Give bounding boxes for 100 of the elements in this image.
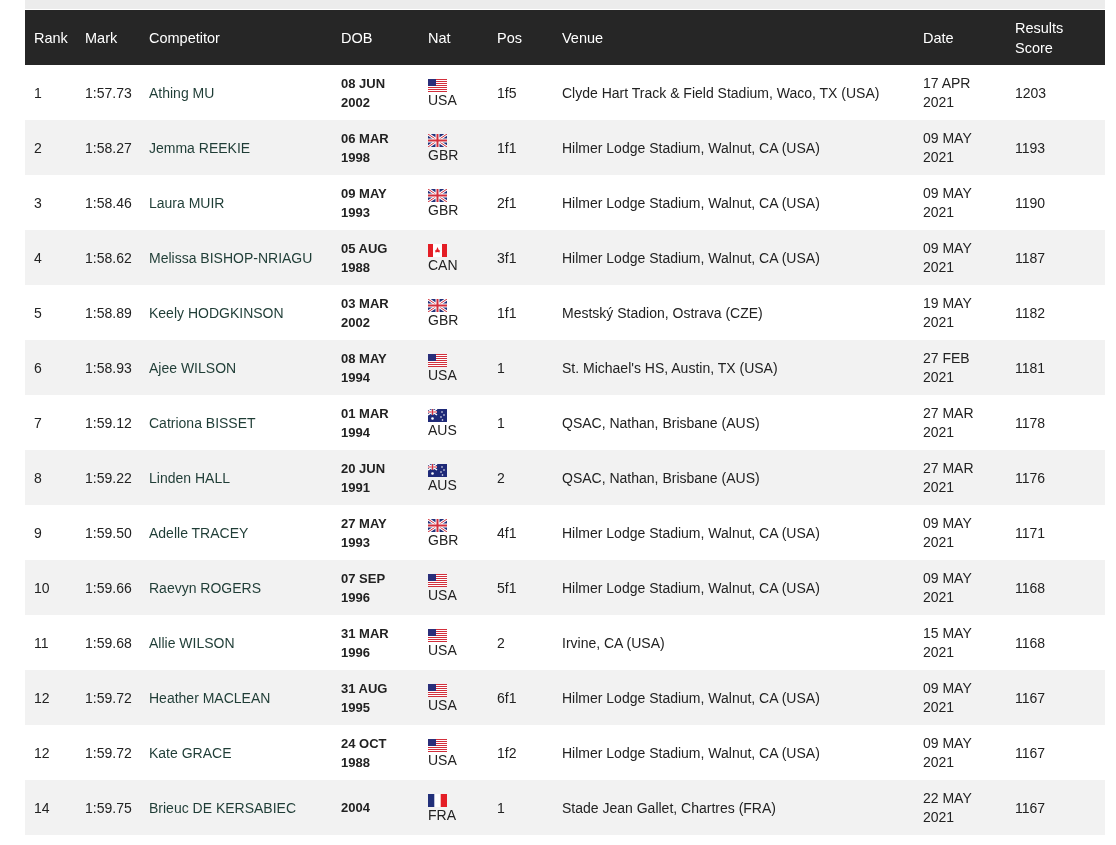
competitor-link[interactable]: Athing MU	[140, 84, 332, 101]
flag-icon	[428, 244, 447, 257]
date-cell-text: 27 MAR 2021	[922, 458, 975, 497]
competitor-link[interactable]: Brieuc DE KERSABIEC	[140, 799, 332, 816]
column-header: Pos	[496, 28, 523, 48]
dob-cell-text: 24 OCT 1988	[340, 734, 388, 772]
date-cell-text: 09 MAY 2021	[922, 678, 973, 717]
venue-cell-text: Hilmer Lodge Stadium, Walnut, CA (USA)	[561, 744, 821, 761]
column-header: Date	[922, 28, 955, 48]
competitor-link[interactable]: Jemma REEKIE	[140, 139, 332, 156]
nationality-code: USA	[428, 92, 457, 108]
column-header: Mark	[84, 28, 119, 48]
rank-cell-text: 1	[33, 84, 43, 101]
nationality-code: AUS	[428, 422, 457, 438]
dob-cell-text: 06 MAR 1998	[340, 129, 390, 167]
venue-cell-text: Hilmer Lodge Stadium, Walnut, CA (USA)	[561, 524, 821, 541]
venue-cell-text: St. Michael's HS, Austin, TX (USA)	[561, 359, 779, 376]
dob-cell-text: 20 JUN 1991	[340, 459, 387, 497]
mark-cell-text: 1:58.62	[84, 249, 133, 266]
position-cell-text: 3f1	[496, 249, 518, 266]
column-header: Competitor	[148, 28, 221, 48]
date-cell-text: 27 MAR 2021	[922, 403, 975, 442]
flag-icon	[428, 519, 447, 532]
rank-cell-text: 6	[33, 359, 43, 376]
date-cell-text: 09 MAY 2021	[922, 733, 973, 772]
mark-cell-text: 1:57.73	[84, 84, 133, 101]
position-cell-text: 1f1	[496, 139, 518, 156]
mark-cell-text: 1:58.46	[84, 194, 133, 211]
venue-cell-text: Hilmer Lodge Stadium, Walnut, CA (USA)	[561, 194, 821, 211]
column-header: Results Score	[1014, 18, 1065, 58]
flag-icon	[428, 354, 447, 367]
position-cell-text: 1f1	[496, 304, 518, 321]
competitor-link[interactable]: Raevyn ROGERS	[140, 579, 332, 596]
competitor-link[interactable]: Laura MUIR	[140, 194, 332, 211]
position-cell-text: 1	[496, 414, 506, 431]
competitor-link[interactable]: Keely HODGKINSON	[140, 304, 332, 321]
date-cell-text: 19 MAY 2021	[922, 293, 973, 332]
dob-cell-text: 03 MAR 2002	[340, 294, 390, 332]
venue-cell-text: Hilmer Lodge Stadium, Walnut, CA (USA)	[561, 249, 821, 266]
column-header: Venue	[561, 28, 605, 48]
rank-cell-text: 9	[33, 524, 43, 541]
score-cell-text: 1167	[1014, 744, 1047, 761]
column-header: Rank	[33, 28, 69, 48]
dob-cell-text: 08 MAY 1994	[340, 349, 388, 387]
dob-cell-text: 09 MAY 1993	[340, 184, 388, 222]
date-cell-text: 15 MAY 2021	[922, 623, 973, 662]
score-cell-text: 1167	[1014, 799, 1047, 816]
venue-cell-text: Hilmer Lodge Stadium, Walnut, CA (USA)	[561, 139, 821, 156]
venue-cell-text: Hilmer Lodge Stadium, Walnut, CA (USA)	[561, 579, 821, 596]
flag-icon	[428, 464, 447, 477]
score-cell-text: 1203	[1014, 84, 1048, 101]
flag-icon	[428, 134, 447, 147]
flag-icon	[428, 739, 447, 752]
nationality-code: USA	[428, 752, 457, 768]
rank-cell-text: 4	[33, 249, 43, 266]
competitor-link[interactable]: Allie WILSON	[140, 634, 332, 651]
rank-cell-text: 3	[33, 194, 43, 211]
nationality-code: FRA	[428, 807, 456, 823]
column-header: DOB	[340, 28, 374, 48]
position-cell-text: 1	[496, 359, 506, 376]
position-cell-text: 4f1	[496, 524, 518, 541]
nationality-code: CAN	[428, 257, 458, 273]
position-cell-text: 1	[496, 799, 506, 816]
flag-icon	[428, 79, 447, 92]
rank-cell-text: 12	[33, 689, 51, 706]
mark-cell-text: 1:59.50	[84, 524, 133, 541]
flag-icon	[428, 409, 447, 422]
score-cell-text: 1187	[1014, 249, 1047, 266]
rank-cell-text: 5	[33, 304, 43, 321]
score-cell-text: 1168	[1014, 634, 1047, 651]
dob-cell-text: 31 MAR 1996	[340, 624, 390, 662]
venue-cell-text: Hilmer Lodge Stadium, Walnut, CA (USA)	[561, 689, 821, 706]
rank-cell-text: 10	[33, 579, 51, 596]
nationality-code: AUS	[428, 477, 457, 493]
competitor-link[interactable]: Ajee WILSON	[140, 359, 332, 376]
position-cell-text: 1f2	[496, 744, 518, 761]
venue-cell-text: Irvine, CA (USA)	[561, 634, 666, 651]
position-cell-text: 2	[496, 469, 506, 486]
venue-cell-text: Stade Jean Gallet, Chartres (FRA)	[561, 799, 777, 816]
competitor-link[interactable]: Adelle TRACEY	[140, 524, 332, 541]
competitor-link[interactable]: Linden HALL	[140, 469, 332, 486]
flag-icon	[428, 629, 447, 642]
competitor-link[interactable]: Catriona BISSET	[140, 414, 332, 431]
flag-icon	[428, 684, 447, 697]
position-cell-text: 1f5	[496, 84, 518, 101]
position-cell-text: 5f1	[496, 579, 518, 596]
rank-cell-text: 14	[33, 799, 51, 816]
venue-cell-text: Mestský Stadion, Ostrava (CZE)	[561, 304, 764, 321]
mark-cell-text: 1:58.27	[84, 139, 133, 156]
score-cell-text: 1190	[1014, 194, 1047, 211]
competitor-link[interactable]: Melissa BISHOP-NRIAGU	[140, 249, 332, 266]
competitor-link[interactable]: Heather MACLEAN	[140, 689, 332, 706]
flag-icon	[428, 299, 447, 312]
date-cell-text: 09 MAY 2021	[922, 568, 973, 607]
rank-cell-text: 7	[33, 414, 43, 431]
nationality-code: GBR	[428, 147, 459, 163]
venue-cell-text: QSAC, Nathan, Brisbane (AUS)	[561, 414, 761, 431]
competitor-link[interactable]: Kate GRACE	[140, 744, 332, 761]
dob-cell-text: 27 MAY 1993	[340, 514, 388, 552]
nationality-code: GBR	[428, 202, 459, 218]
